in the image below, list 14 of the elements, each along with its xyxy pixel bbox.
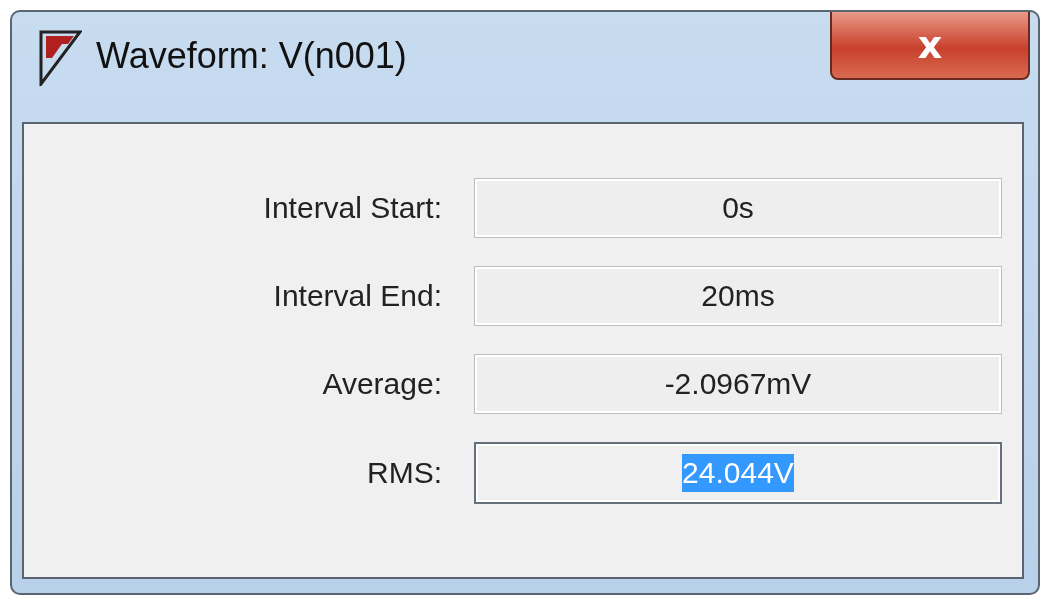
value-field[interactable]: 20ms	[474, 265, 1002, 326]
field-value: 20ms	[701, 277, 775, 314]
field-label: RMS:	[366, 455, 443, 490]
field-label: Average:	[321, 366, 443, 401]
field-label: Interval Start:	[262, 190, 443, 225]
field-label: Interval End:	[272, 278, 443, 313]
close-button[interactable]: x	[830, 12, 1030, 80]
logo-icon	[38, 28, 82, 86]
field-value: -2.0967mV	[664, 365, 812, 402]
value-field[interactable]: -2.0967mV	[474, 353, 1002, 414]
value-field[interactable]: 0s	[474, 177, 1002, 238]
field-value: 24.044V	[682, 453, 794, 492]
window-title: Waveform: V(n001)	[96, 35, 407, 77]
field-value: 0s	[722, 189, 754, 226]
